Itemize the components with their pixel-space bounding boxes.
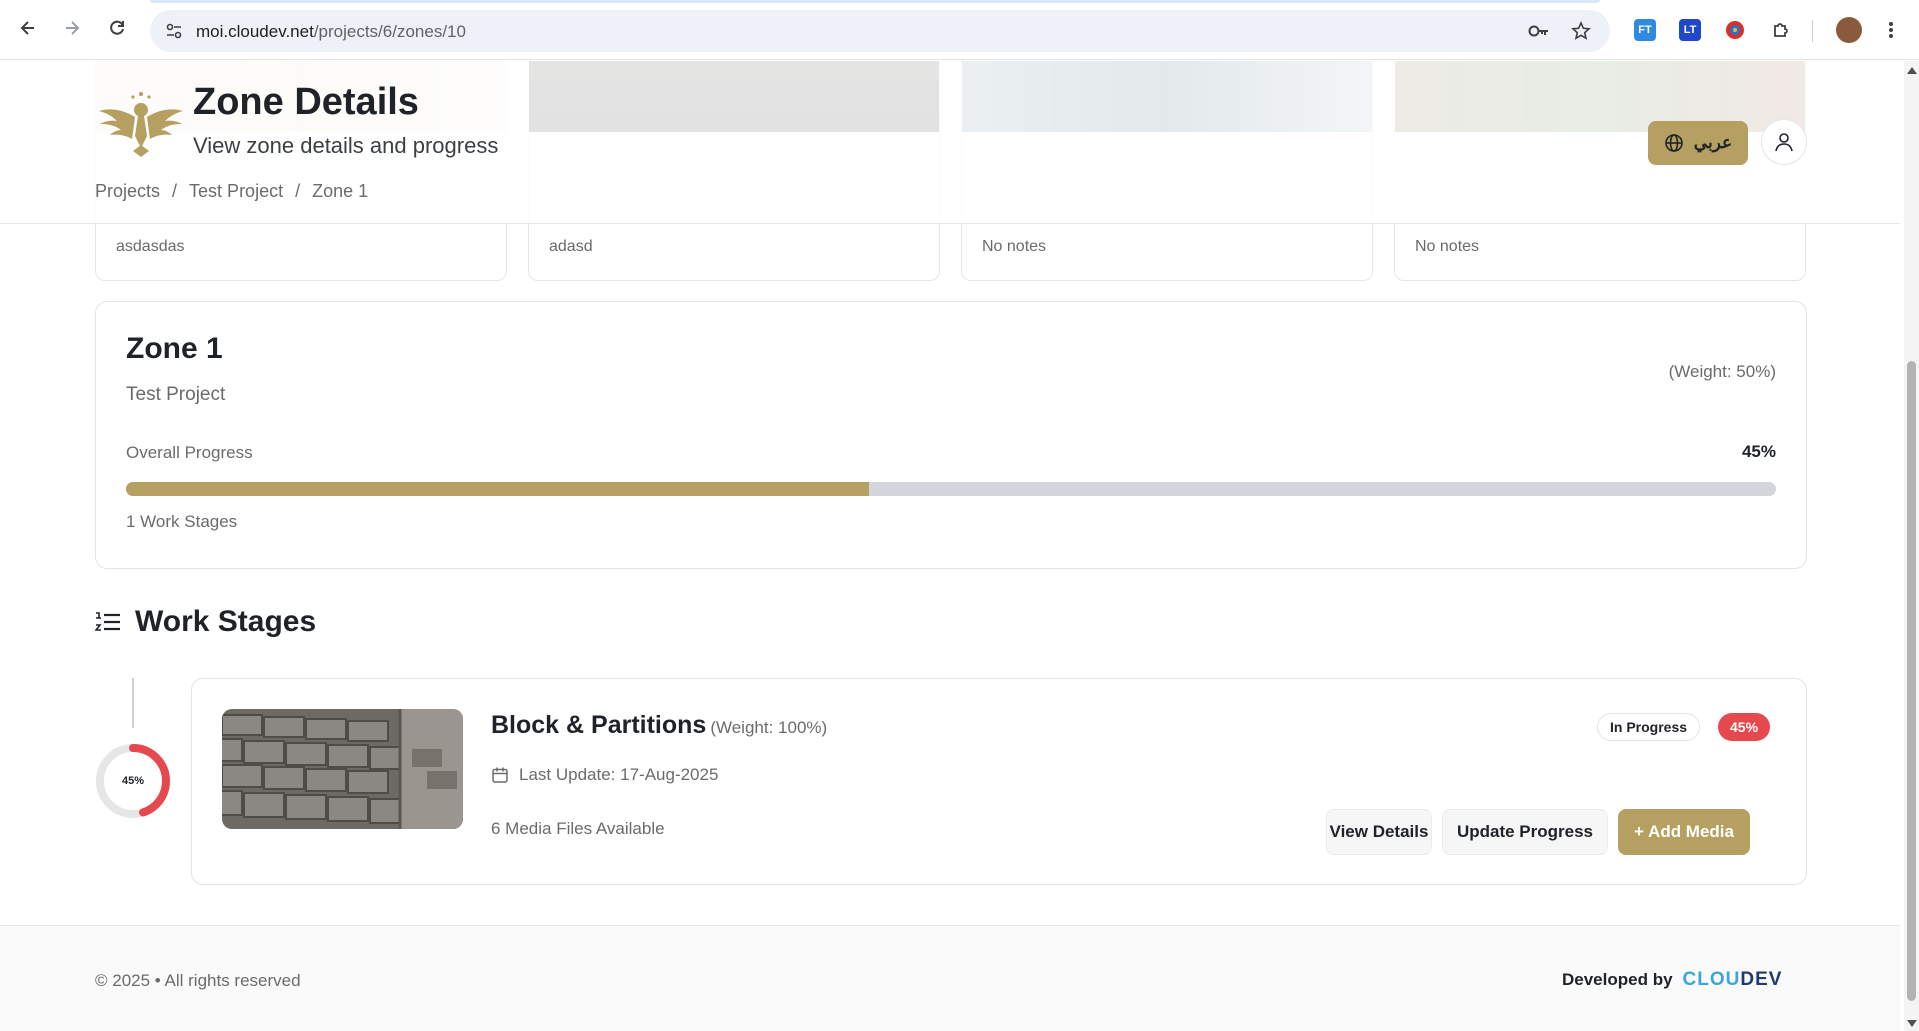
scrollbar-thumb[interactable] bbox=[1907, 361, 1916, 1001]
work-stages-heading: Work Stages bbox=[95, 605, 316, 639]
overall-progress-bar bbox=[126, 482, 1776, 496]
status-badge: In Progress bbox=[1597, 713, 1701, 741]
eagle-logo-icon bbox=[99, 92, 183, 157]
page-subtitle: View zone details and progress bbox=[193, 133, 499, 158]
extension-lt-icon[interactable]: LT bbox=[1679, 19, 1701, 41]
address-bar[interactable]: moi.cloudev.net/projects/6/zones/10 bbox=[150, 10, 1610, 52]
back-arrow-icon bbox=[20, 21, 34, 35]
zone-weight: (Weight: 50%) bbox=[1668, 362, 1776, 381]
media-files-count: 6 Media Files Available bbox=[491, 819, 665, 838]
overall-progress-value: 45% bbox=[1741, 442, 1776, 461]
add-media-button[interactable]: + Add Media bbox=[1618, 809, 1750, 855]
page-title: Zone Details bbox=[193, 81, 419, 123]
forward-button[interactable] bbox=[58, 14, 86, 42]
url-path: /projects/6/zones/10 bbox=[313, 22, 466, 41]
bookmark-star-icon[interactable] bbox=[1570, 20, 1592, 42]
card-note: adasd bbox=[549, 238, 593, 255]
profile-avatar-icon[interactable] bbox=[1836, 17, 1862, 43]
view-details-button[interactable]: View Details bbox=[1326, 809, 1432, 855]
breadcrumb-zone: Zone 1 bbox=[312, 181, 369, 201]
tab-strip-edge bbox=[150, 0, 1600, 3]
back-button[interactable] bbox=[14, 14, 42, 42]
zone-name: Zone 1 bbox=[126, 332, 223, 365]
work-stages-title: Work Stages bbox=[135, 605, 317, 638]
stage-progress-ring: 45% bbox=[95, 743, 171, 819]
work-stage-card[interactable]: Block & Partitions (Weight: 100%) Last Up… bbox=[191, 678, 1807, 885]
browser-menu-icon[interactable] bbox=[1880, 19, 1902, 41]
card-note: asdasdas bbox=[116, 238, 185, 255]
cloudev-logo: CLOUDEV bbox=[1683, 969, 1783, 991]
stage-last-update: Last Update: 17-Aug-2025 bbox=[491, 765, 718, 785]
breadcrumb: Projects / Test Project / Zone 1 bbox=[95, 181, 368, 202]
breadcrumb-projects[interactable]: Projects bbox=[95, 181, 160, 202]
page-content: asdasdas adasd No notes No notes Zone De… bbox=[0, 61, 1900, 1031]
zone-summary-card: Zone 1 Test Project (Weight: 50%) Overal… bbox=[95, 301, 1807, 569]
reload-icon bbox=[110, 20, 124, 35]
stage-thumbnail[interactable] bbox=[222, 709, 463, 829]
copyright-text: © 2025 • All rights reserved bbox=[95, 971, 301, 990]
scroll-up-arrow[interactable] bbox=[1907, 67, 1917, 74]
overall-progress-label: Overall Progress bbox=[126, 443, 253, 462]
user-menu-button[interactable] bbox=[1761, 119, 1807, 165]
browser-toolbar: moi.cloudev.net/projects/6/zones/10 FT L… bbox=[0, 0, 1919, 60]
page-footer: © 2025 • All rights reserved Developed b… bbox=[0, 925, 1900, 1031]
overall-progress-fill bbox=[126, 482, 869, 496]
toolbar-separator bbox=[1812, 20, 1813, 42]
developed-by-label: Developed by bbox=[1562, 970, 1673, 989]
percent-badge: 45% bbox=[1718, 713, 1771, 741]
update-progress-button[interactable]: Update Progress bbox=[1442, 809, 1608, 855]
developer-credit[interactable]: Developed by CLOUDEV bbox=[1562, 969, 1782, 991]
scroll-down-arrow[interactable] bbox=[1907, 1020, 1917, 1027]
extension-ft-icon[interactable]: FT bbox=[1634, 19, 1656, 41]
stage-name: Block & Partitions (Weight: 100%) bbox=[491, 711, 827, 740]
ring-percent: 45% bbox=[121, 775, 145, 787]
zone-project-name: Test Project bbox=[126, 384, 226, 405]
page-scrollbar[interactable] bbox=[1904, 61, 1919, 1031]
user-icon bbox=[1775, 133, 1793, 152]
stage-title: Block & Partitions bbox=[491, 711, 707, 739]
breadcrumb-separator: / bbox=[172, 181, 178, 201]
work-stages-count: 1 Work Stages bbox=[126, 512, 238, 531]
stage-weight: (Weight: 100%) bbox=[710, 718, 828, 737]
language-label: عربي bbox=[1693, 133, 1733, 152]
card-note: No notes bbox=[982, 238, 1047, 255]
reload-button[interactable] bbox=[103, 14, 131, 42]
calendar-icon bbox=[492, 767, 508, 783]
extensions-puzzle-icon[interactable] bbox=[1770, 19, 1792, 41]
card-note: No notes bbox=[1415, 238, 1480, 255]
extension-color-icon[interactable] bbox=[1724, 19, 1746, 41]
timeline-line bbox=[132, 678, 134, 728]
brand-part-b: DEV bbox=[1740, 969, 1783, 990]
password-key-icon[interactable] bbox=[1528, 20, 1550, 42]
brand-part-a: CLOU bbox=[1682, 969, 1741, 990]
last-update-text: Last Update: 17-Aug-2025 bbox=[519, 765, 719, 784]
globe-icon bbox=[1664, 134, 1683, 152]
breadcrumb-separator: / bbox=[295, 181, 301, 201]
url-host: moi.cloudev.net bbox=[196, 22, 314, 41]
forward-arrow-icon bbox=[66, 21, 80, 35]
list-icon bbox=[95, 612, 120, 631]
site-info-icon[interactable] bbox=[164, 21, 184, 41]
breadcrumb-project[interactable]: Test Project bbox=[189, 181, 283, 202]
language-toggle-button[interactable]: عربي bbox=[1648, 121, 1748, 165]
page-header: Zone Details View zone details and progr… bbox=[0, 61, 1900, 224]
url-text: moi.cloudev.net/projects/6/zones/10 bbox=[196, 22, 466, 42]
